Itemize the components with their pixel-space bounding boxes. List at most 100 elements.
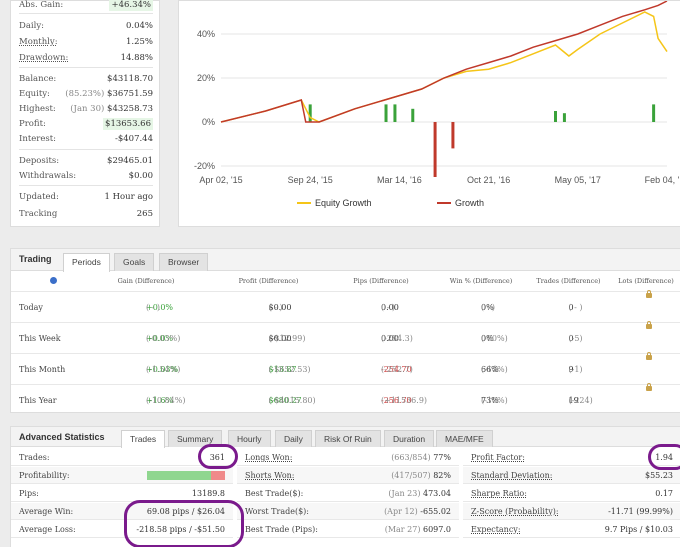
worst-trade-value: -655.02	[420, 507, 451, 516]
advanced-statistics-panel: Advanced Statistics Trades Summary Hourl…	[10, 426, 680, 547]
standard-deviation-label[interactable]: Standard Deviation:	[471, 467, 552, 484]
table-row: Today +0.0% ( - ) $0.00 ( - ) 0.00 ( - )…	[11, 290, 680, 322]
deposits-row: Deposits: $29465.01	[19, 155, 153, 167]
tab-mae-mfe[interactable]: MAE/MFE	[436, 430, 493, 447]
growth-chart-panel: 40% 20% 0% -20% Apr 02, '15 Sep 24, '15 Mar 14…	[178, 0, 680, 227]
tab-hourly[interactable]: Hourly	[228, 430, 271, 447]
tab-trades[interactable]: Trades	[121, 430, 166, 448]
x-tick-label: Mar 14, '16	[377, 175, 422, 185]
longs-won-value: 77%	[433, 453, 451, 462]
profit-diff: (-$652.53)	[268, 365, 311, 374]
chart-bar	[554, 111, 557, 122]
equity-note: (85.23%)	[65, 89, 105, 99]
sharpe-ratio-row: Sharpe Ratio: 0.17	[463, 485, 680, 502]
win-diff: (-10%)	[481, 396, 508, 405]
updated-row: Updated: 1 Hour ago	[19, 191, 153, 203]
account-stats-panel: Abs. Gain: +46.34% Daily: 0.04% Monthly:…	[10, 0, 160, 227]
divider	[19, 13, 153, 14]
tab-browser[interactable]: Browser	[159, 253, 209, 271]
profitability-bar-lost	[210, 471, 225, 480]
header-trades: Trades (Difference)	[536, 277, 601, 285]
profitability-label: Profitability:	[19, 471, 70, 480]
trading-panel: Trading Periods Goals Browser Gain (Diff…	[10, 248, 680, 413]
trades-label: Trades:	[19, 453, 50, 462]
sharpe-ratio-value: 0.17	[655, 489, 673, 498]
daily-value: 0.04%	[125, 21, 153, 31]
worst-trade-label: Worst Trade($):	[245, 507, 309, 516]
tracking-value[interactable]: 265	[137, 208, 153, 220]
highest-note: (Jan 30)	[70, 104, 105, 114]
tab-duration[interactable]: Duration	[384, 430, 435, 447]
legend-label: Growth	[455, 198, 484, 208]
chart-bar	[384, 104, 388, 122]
deposits-label: Deposits:	[19, 156, 60, 166]
advanced-tabbar: Advanced Statistics Trades Summary Hourl…	[11, 427, 680, 448]
longs-won-row: Longs Won: (663/854) 77%	[237, 449, 459, 466]
gain-diff: (-0.03%)	[146, 334, 181, 343]
x-tick-label: May 05, '17	[555, 175, 601, 185]
worst-trade-row: Worst Trade($): (Apr 12) -655.02	[237, 503, 459, 520]
highest-value: $43258.73	[107, 104, 153, 114]
chart-bar	[308, 104, 312, 122]
x-tick-label: Apr 02, '15	[199, 175, 242, 185]
header-lots: Lots (Difference)	[618, 277, 674, 285]
abs-gain-label: Abs. Gain:	[19, 0, 64, 10]
monthly-label[interactable]: Monthly:	[19, 36, 58, 48]
equity-label: Equity:	[19, 89, 50, 99]
tab-daily[interactable]: Daily	[275, 430, 312, 447]
shorts-won-value: 82%	[433, 471, 451, 480]
y-tick-label: 0%	[202, 117, 215, 127]
y-tick-label: 40%	[197, 29, 215, 39]
pips-label: Pips:	[19, 489, 39, 498]
shorts-won-label[interactable]: Shorts Won:	[245, 467, 294, 484]
monthly-value: 1.25%	[125, 37, 153, 47]
chart-bar	[411, 108, 415, 122]
worst-trade-note: (Apr 12)	[384, 507, 418, 516]
pips-diff: (-252.7)	[381, 365, 413, 374]
monthly-row: Monthly: 1.25%	[19, 36, 153, 48]
best-trade-pips-note: (Mar 27)	[384, 525, 421, 534]
profit-factor-label[interactable]: Profit Factor:	[471, 449, 525, 466]
profit-diff: (-$4015.80)	[268, 396, 316, 405]
withdrawals-row: Withdrawals: $0.00	[19, 170, 153, 182]
tab-periods[interactable]: Periods	[63, 253, 110, 272]
annotation-circle	[648, 444, 680, 470]
expectancy-value: 9.7 Pips / $10.03	[604, 525, 673, 534]
header-win: Win % (Difference)	[449, 277, 513, 285]
z-score-row: Z-Score (Probability): -11.71 (99.99%)	[463, 503, 680, 520]
expectancy-label[interactable]: Expectancy:	[471, 521, 521, 538]
drawdown-label[interactable]: Drawdown:	[19, 52, 68, 64]
page: Abs. Gain: +46.34% Daily: 0.04% Monthly:…	[0, 0, 680, 547]
best-trade-note: (Jan 23)	[388, 489, 421, 498]
tab-risk-of-ruin[interactable]: Risk Of Ruin	[315, 430, 381, 447]
growth-chart[interactable]: 40% 20% 0% -20% Apr 02, '15 Sep 24, '15 Mar 14…	[179, 1, 680, 228]
average-win-label: Average Win:	[19, 507, 74, 516]
equity-value: $36751.59	[107, 89, 153, 99]
profit-row: Profit: $13653.66	[19, 118, 153, 130]
profit-diff: (-$12.99)	[268, 334, 306, 343]
y-tick-label: -20%	[194, 161, 215, 171]
trading-table-header: Gain (Difference) Profit (Difference) Pi…	[11, 277, 680, 289]
tab-goals[interactable]: Goals	[114, 253, 155, 271]
trades-diff: (-1)	[568, 365, 583, 374]
trades-diff: (-5)	[568, 334, 583, 343]
divider	[19, 185, 153, 186]
best-trade-label: Best Trade($):	[245, 489, 304, 498]
header-pips: Pips (Difference)	[353, 277, 409, 285]
annotation-circle	[198, 444, 238, 469]
z-score-label[interactable]: Z-Score (Probability):	[471, 503, 559, 520]
profitability-row: Profitability:	[11, 467, 233, 484]
win-diff: ( - )	[481, 303, 496, 312]
drawdown-value: 14.88%	[120, 53, 153, 63]
y-tick-label: 20%	[197, 73, 215, 83]
longs-won-label[interactable]: Longs Won:	[245, 449, 292, 466]
trading-tabbar: Trading Periods Goals Browser	[11, 249, 680, 272]
pips-diff: ( - )	[381, 303, 396, 312]
best-trade-pips-value: 6097.0	[423, 525, 451, 534]
updated-value: 1 Hour ago	[104, 192, 153, 202]
sharpe-ratio-label[interactable]: Sharpe Ratio:	[471, 485, 527, 502]
header-gain: Gain (Difference)	[117, 277, 175, 285]
row-label: This Month	[19, 365, 66, 374]
profit-value: $13653.66	[103, 118, 153, 130]
x-tick-label: Oct 21, '16	[467, 175, 510, 185]
